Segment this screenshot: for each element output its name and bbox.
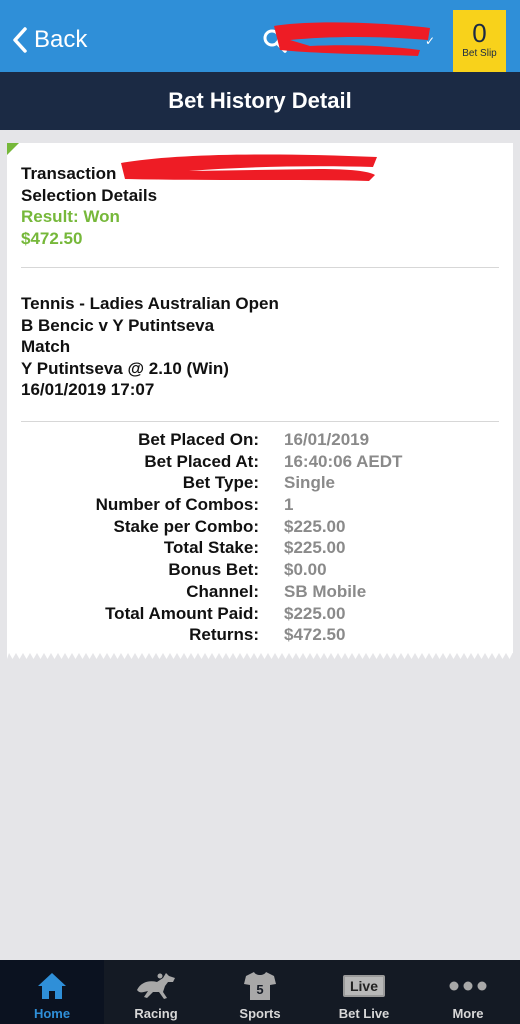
result-amount: $472.50: [21, 228, 83, 248]
tab-label: Racing: [134, 1006, 178, 1021]
competition-name: Tennis - Ladies Australian Open: [21, 294, 279, 313]
tab-bet-live[interactable]: Live Bet Live: [312, 960, 416, 1024]
detail-value: $472.50: [284, 625, 346, 645]
page-title-bar: Bet History Detail: [0, 72, 520, 130]
event-datetime: 16/01/2019 17:07: [21, 380, 155, 399]
detail-value: $225.00: [284, 538, 346, 558]
page-title: Bet History Detail: [168, 88, 352, 113]
detail-value: $0.00: [284, 560, 327, 580]
tab-label: More: [452, 1006, 484, 1021]
bet-slip-button[interactable]: 0 Bet Slip: [453, 10, 506, 78]
home-icon: [38, 973, 66, 999]
back-label: Back: [34, 26, 88, 53]
tab-label: Bet Live: [338, 1006, 390, 1021]
detail-value: $225.00: [284, 516, 346, 536]
bet-details-list: Bet Placed On: 16/01/2019 Bet Placed At: 1…: [7, 429, 513, 646]
detail-value: Single: [284, 473, 336, 493]
detail-row: Stake per Combo: $225.00: [7, 516, 513, 538]
back-button[interactable]: Back: [12, 22, 87, 58]
account-redaction: [274, 22, 430, 56]
detail-label: Bonus Bet:: [168, 560, 259, 580]
detail-row: Bet Placed On: 16/01/2019: [7, 429, 513, 451]
detail-row: Total Amount Paid: $225.00: [7, 603, 513, 625]
receipt-torn-edge: [7, 652, 513, 659]
divider: [21, 267, 499, 268]
transaction-id-redaction: [121, 154, 377, 181]
detail-value: $225.00: [284, 603, 346, 623]
bet-slip-label: Bet Slip: [462, 48, 497, 59]
detail-label: Returns:: [189, 625, 259, 645]
selection-pick: Y Putintseva @ 2.10 (Win): [21, 358, 229, 378]
account-dropdown-chevron-icon[interactable]: ✓: [425, 34, 435, 48]
detail-label: Total Stake:: [163, 538, 259, 558]
event-name: B Bencic v Y Putintseva: [21, 315, 215, 335]
detail-row: Bet Placed At: 16:40:06 AEDT: [7, 451, 513, 473]
divider: [21, 421, 499, 422]
tab-sports[interactable]: 5 Sports: [208, 960, 312, 1024]
tab-label: Home: [33, 1006, 71, 1021]
detail-label: Bet Placed On:: [138, 430, 259, 449]
detail-value: 16/01/2019: [284, 430, 370, 449]
detail-value: SB Mobile: [284, 581, 367, 601]
result-status: Result: Won: [21, 207, 120, 226]
top-bar: Back ✓ 0 Bet Slip: [0, 0, 520, 78]
selection-info: Tennis - Ladies Australian Open B Bencic…: [21, 293, 279, 401]
detail-label: Channel:: [186, 581, 259, 601]
detail-label: Total Amount Paid:: [105, 603, 259, 623]
detail-value: 16:40:06 AEDT: [284, 451, 403, 471]
selection-details-heading: Selection Details: [21, 185, 158, 205]
tab-home[interactable]: Home: [0, 960, 104, 1024]
bet-slip-count: 0: [472, 18, 487, 48]
chevron-left-icon: [13, 27, 27, 53]
tab-label: Sports: [239, 1006, 281, 1021]
live-icon: Live: [342, 975, 385, 997]
horse-racing-icon: [137, 973, 175, 999]
detail-row: Number of Combos: 1: [7, 494, 513, 516]
detail-row: Channel: SB Mobile: [7, 581, 513, 603]
detail-label: Bet Placed At:: [144, 451, 259, 471]
detail-label: Number of Combos:: [95, 495, 259, 515]
detail-row: Bonus Bet: $0.00: [7, 559, 513, 581]
tab-more[interactable]: More: [416, 960, 520, 1024]
detail-value: 1: [284, 495, 294, 515]
detail-row: Returns: $472.50: [7, 624, 513, 646]
tab-racing[interactable]: Racing: [104, 960, 208, 1024]
detail-label: Bet Type:: [182, 473, 259, 493]
won-corner-marker: [7, 143, 19, 155]
detail-row: Bet Type: Single: [7, 472, 513, 494]
more-dots-icon: [449, 981, 487, 991]
bet-detail-card: Transaction Selection Details Result: Wo…: [7, 143, 513, 653]
detail-label: Stake per Combo:: [113, 516, 259, 536]
detail-row: Total Stake: $225.00: [7, 537, 513, 559]
bottom-tab-bar: Home Racing 5 Sports Live Bet Live More: [0, 960, 520, 1024]
market-name: Match: [21, 337, 71, 356]
jersey-icon: 5: [244, 972, 276, 1000]
jersey-number: 5: [256, 982, 263, 997]
